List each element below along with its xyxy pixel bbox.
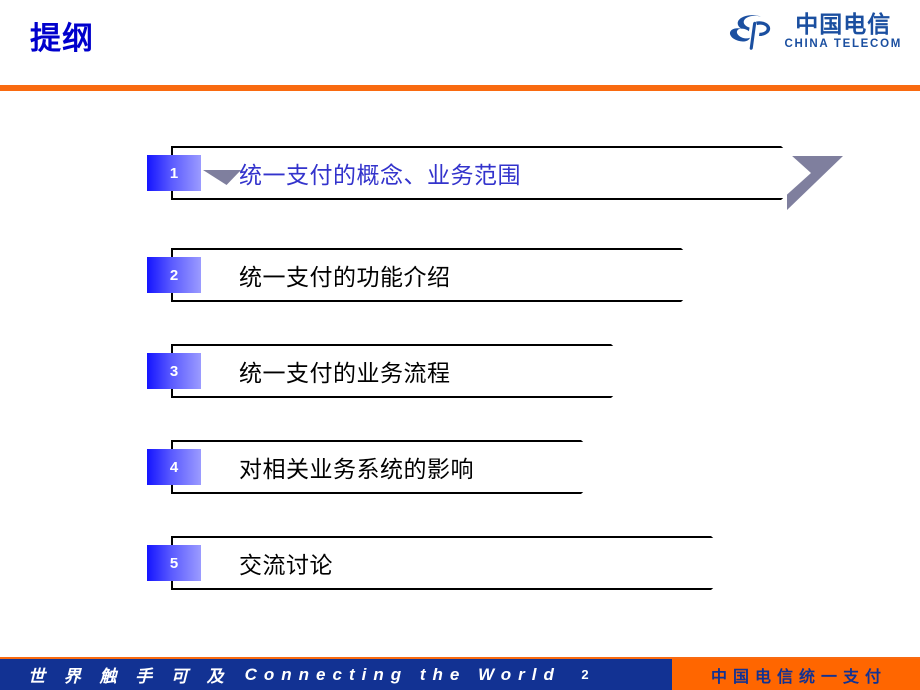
- page-title: 提纲: [30, 21, 94, 56]
- agenda-item-label: 交流讨论: [239, 552, 333, 578]
- agenda-item-label: 统一支付的概念、业务范围: [239, 162, 521, 188]
- footer-product-panel: 中国电信统一支付: [672, 659, 920, 690]
- agenda-item-number-badge: 4: [147, 449, 201, 485]
- header-divider-rule: [0, 85, 920, 91]
- slide-footer: 世 界 触 手 可 及 Connecting the World 2 中国电信统…: [0, 657, 920, 690]
- page-number: 2: [581, 667, 589, 682]
- agenda-item-number-badge: 2: [147, 257, 201, 293]
- china-telecom-logo: 中国电信 CHINA TELECOM: [729, 12, 902, 52]
- china-telecom-swirl-icon: [730, 15, 771, 50]
- agenda-item-number-badge: 5: [147, 545, 201, 581]
- agenda-item-number-badge: 3: [147, 353, 201, 389]
- logo-wordmark: 中国电信 CHINA TELECOM: [784, 13, 902, 51]
- agenda-item-4[interactable]: 4 对相关业务系统的影响: [147, 440, 611, 494]
- agenda-item-2[interactable]: 2 统一支付的功能介绍: [147, 248, 711, 302]
- agenda-item-label: 统一支付的功能介绍: [239, 264, 451, 290]
- agenda-item-label: 统一支付的业务流程: [239, 360, 451, 386]
- logo-chinese-name: 中国电信: [795, 11, 892, 38]
- footer-slogan: 世 界 触 手 可 及 Connecting the World: [28, 659, 561, 690]
- slide-header: 提纲 中国电信 CHINA TELECOM: [0, 0, 920, 92]
- footer-slogan-panel: 世 界 触 手 可 及 Connecting the World 2: [0, 659, 672, 690]
- agenda-item-5[interactable]: 5 交流讨论: [147, 536, 741, 590]
- agenda-list: 1 统一支付的概念、业务范围 2 统一支付的功能介绍 3 统一支付的业务流程 4 对相关业务系…: [0, 92, 920, 637]
- footer-slogan-chinese: 世 界 触 手 可 及: [28, 667, 231, 686]
- logo-english-name: CHINA TELECOM: [784, 38, 902, 51]
- agenda-item-1[interactable]: 1 统一支付的概念、业务范围: [147, 146, 843, 210]
- footer-slogan-english: Connecting the World: [244, 664, 561, 684]
- agenda-item-number-badge: 1: [147, 155, 201, 191]
- agenda-item-3[interactable]: 3 统一支付的业务流程: [147, 344, 641, 398]
- footer-product-name: 中国电信统一支付: [710, 668, 887, 686]
- agenda-item-label: 对相关业务系统的影响: [239, 456, 474, 482]
